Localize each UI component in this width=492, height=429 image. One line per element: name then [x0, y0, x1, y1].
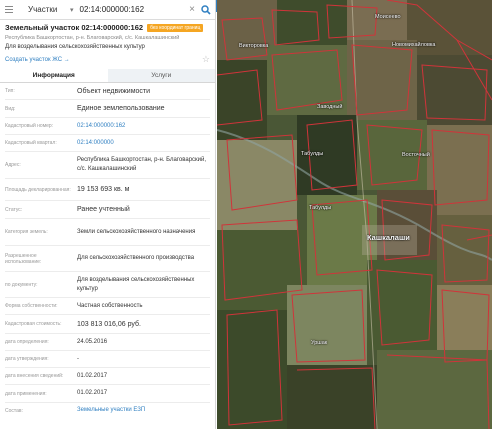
field-value: 24.05.2016: [77, 338, 108, 345]
field-list: Тип: Объект недвижимости Вид: Единое земле…: [0, 83, 215, 418]
field-row: Кадастровый номер: 02:14:000000:162: [5, 118, 210, 135]
field-row: Состав: Земельные участки ЕЗП: [5, 403, 210, 418]
field-label: дата определения:: [5, 339, 49, 345]
create-parcel-link[interactable]: Создать участок ЖС →: [5, 57, 70, 63]
search-button[interactable]: [199, 3, 213, 17]
category-select[interactable]: Участки: [28, 5, 68, 14]
field-label: дата утверждения:: [5, 356, 49, 362]
status-badge: без координат границ: [147, 23, 204, 32]
field-label: Состав:: [5, 407, 23, 414]
field-label: Кадастровый квартал:: [5, 140, 57, 146]
field-row: Площадь декларированная: 19 153 693 кв. м: [5, 179, 210, 201]
field-row: Форма собственности: Частная собственност…: [5, 298, 210, 315]
field-label: Площадь декларированная:: [5, 186, 71, 193]
field-value: 19 153 693 кв. м: [77, 186, 130, 193]
map-label-viktorovka: Викторовка: [239, 43, 269, 49]
field-row: дата внесения сведений: 01.02.2017: [5, 368, 210, 385]
map-label-zavodny: Заводный: [317, 104, 343, 110]
search-input[interactable]: 02:14:000000:162: [80, 5, 190, 14]
search-icon: [201, 4, 211, 15]
field-row: Адрес: Республика Башкортостан, р-н. Благ…: [5, 152, 210, 179]
field-row: дата утверждения: -: [5, 351, 210, 368]
field-value: Частная собственность: [77, 302, 143, 309]
field-row: Вид: Единое землепользование: [5, 100, 210, 118]
clear-icon[interactable]: ×: [189, 4, 195, 15]
field-value: Для возделывания сельскохозяйственных ку…: [77, 276, 195, 292]
field-label: Разрешенное использование:: [5, 252, 42, 265]
field-label: Категория земель:: [5, 229, 48, 235]
app-root: Участки ▾ 02:14:000000:162 × Земельный у…: [0, 0, 492, 429]
field-value: Для сельскохозяйственного производства: [77, 255, 195, 261]
map-label-moiseevo: Моисеево: [375, 14, 401, 20]
map-label-vostochny: Восточный: [402, 152, 430, 158]
cadastral-number-link[interactable]: 02:14:000000:162: [77, 122, 210, 131]
field-value: 01.02.2017: [77, 390, 108, 396]
field-label: по документу:: [5, 281, 38, 288]
field-value: Земли сельскохозяйственного назначения: [77, 228, 196, 235]
field-value: Единое землепользование: [77, 105, 165, 112]
field-value: 103 813 016,06 руб.: [77, 320, 141, 328]
field-row: дата применения: 01.02.2017: [5, 385, 210, 403]
search-bar: Участки ▾ 02:14:000000:162 ×: [0, 0, 215, 20]
field-row: дата определения: 24.05.2016: [5, 334, 210, 351]
field-label: Кадастровая стоимость:: [5, 321, 62, 327]
tab-information[interactable]: Информация: [0, 69, 108, 82]
field-row: Тип: Объект недвижимости: [5, 83, 210, 100]
object-purpose: Для возделывания сельскохозяйственных ку…: [5, 44, 145, 50]
favorite-star-icon[interactable]: ☆: [202, 54, 210, 65]
composition-link[interactable]: Земельные участки ЕЗП: [77, 406, 210, 415]
field-label: Адрес:: [5, 162, 21, 168]
object-title: Земельный участок 02:14:000000:162: [5, 23, 144, 32]
map-label-novomikhaylovka: Новомихайловка: [392, 42, 436, 48]
field-label: Кадастровый номер:: [5, 123, 54, 129]
field-label: дата применения:: [5, 390, 47, 397]
map-canvas: [217, 0, 492, 429]
field-label: Статус:: [5, 206, 23, 213]
tab-bar: Информация Услуги: [0, 69, 215, 83]
map-label-tabuldy-2: Табулды: [309, 205, 332, 211]
field-row: Разрешенное использование: Для сельскохоз…: [5, 246, 210, 272]
field-label: дата внесения сведений:: [5, 373, 64, 379]
field-label: Форма собственности:: [5, 303, 58, 309]
field-row: по документу: Для возделывания сельскохоз…: [5, 272, 210, 298]
menu-icon[interactable]: [4, 3, 18, 17]
object-header: Земельный участок 02:14:000000:162 без к…: [0, 20, 215, 65]
info-panel: Участки ▾ 02:14:000000:162 × Земельный у…: [0, 0, 216, 429]
satellite-map[interactable]: Моисеево Викторовка Новомихайловка Завод…: [217, 0, 492, 429]
field-row: Кадастровая стоимость: 103 813 016,06 руб…: [5, 315, 210, 334]
field-value: Объект недвижимости: [77, 87, 151, 95]
chevron-down-icon[interactable]: ▾: [70, 6, 74, 14]
map-label-kashkalashi: Кашкалаши: [367, 233, 410, 242]
field-label: Тип:: [5, 88, 15, 94]
field-value: Республика Башкортостан, р-н. Благоварск…: [77, 157, 207, 172]
field-row: Категория земель: Земли сельскохозяйствен…: [5, 219, 210, 246]
field-value: -: [77, 355, 79, 362]
object-address: Республика Башкортостан, р-н. Благоварск…: [5, 35, 180, 41]
field-row: Статус: Ранее учтенный: [5, 201, 210, 219]
field-value: Ранее учтенный: [77, 206, 130, 213]
cadastral-quarter-link[interactable]: 02:14:000000: [77, 139, 210, 148]
map-label-urshak: Уршак: [311, 340, 328, 346]
tab-services[interactable]: Услуги: [107, 69, 215, 82]
field-label: Вид:: [5, 105, 16, 112]
field-value: 01.02.2017: [77, 372, 108, 379]
map-label-tabuldy-1: Табулды: [301, 151, 324, 157]
field-row: Кадастровый квартал: 02:14:000000: [5, 135, 210, 152]
